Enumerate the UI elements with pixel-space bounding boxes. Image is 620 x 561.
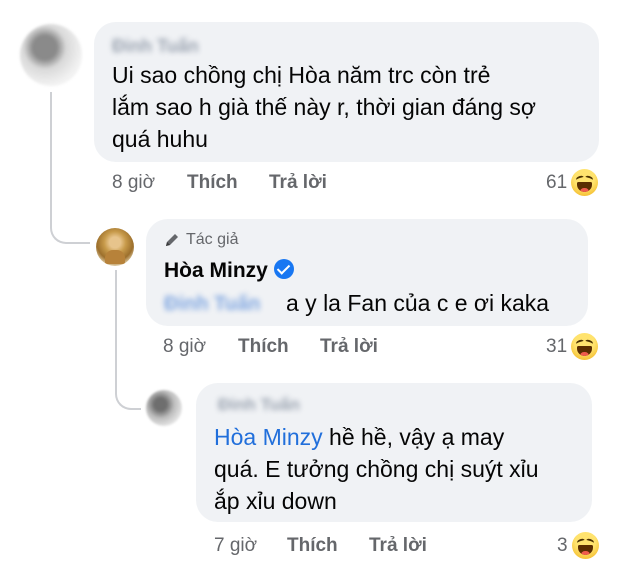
reply-time[interactable]: 8 giờ (163, 336, 206, 358)
comment-actions: 8 giờ Thích Trả lời (112, 172, 412, 196)
reply-author-name-text[interactable]: Hòa Minzy (164, 259, 268, 282)
avatar-author[interactable] (96, 228, 134, 266)
comment-bubble: Đinh Tuấn Ui sao chồng chị Hòa năm trc c… (94, 22, 599, 162)
haha-icon (571, 532, 599, 559)
reply-actions: 8 giờ Thích Trả lời (163, 336, 463, 360)
thread-connector-reply1 (50, 200, 90, 244)
thread-connector-reply2 (115, 366, 141, 410)
reaction-count: 31 (546, 335, 568, 357)
mention-tag[interactable]: Đinh Tuấn (164, 293, 260, 316)
haha-icon (571, 169, 599, 196)
author-badge: Tác giả (164, 231, 238, 249)
reply-actions: 7 giờ Thích Trả lời (214, 535, 514, 559)
reaction-summary[interactable]: 31 (546, 333, 599, 360)
like-button[interactable]: Thích (187, 172, 238, 194)
reply-text-line-1: Hòa Minzy hề hề, vậy ạ may (214, 422, 504, 453)
comment-text-line-3: quá huhu (112, 126, 208, 152)
reply-text-line-3: ắp xỉu down (214, 488, 337, 514)
reply-text-line-1-rest: hề hề, vậy ạ may (322, 424, 505, 450)
reaction-summary[interactable]: 3 (557, 532, 599, 559)
reply-button[interactable]: Trả lời (269, 172, 327, 194)
mention-tag[interactable]: Hòa Minzy (214, 424, 323, 450)
reply-author-name[interactable]: Đinh Tuấn (218, 395, 300, 415)
haha-icon (571, 333, 599, 360)
reply-author-name[interactable]: Hòa Minzy (164, 259, 294, 283)
author-badge-label: Tác giả (186, 231, 239, 248)
thread-line-main (50, 92, 52, 212)
pen-icon (166, 234, 178, 246)
comment-text-line-2: lắm sao h già thế này r, thời gian đáng … (112, 94, 536, 120)
reply-text: a y la Fan của c e ơi kaka (286, 290, 550, 316)
like-button[interactable]: Thích (287, 535, 338, 557)
reply-bubble: Tác giả Hòa Minzy Đinh Tuấn a y la Fan c… (146, 219, 588, 326)
reply-text-line-2: quá. E tưởng chồng chị suýt xỉu (214, 456, 539, 482)
avatar-commenter[interactable] (20, 24, 82, 86)
reaction-count: 61 (546, 171, 568, 193)
reply-button[interactable]: Trả lời (320, 336, 378, 358)
comment-author-name[interactable]: Đinh Tuấn (112, 36, 199, 57)
reply-bubble: Đinh Tuấn Hòa Minzy hề hề, vậy ạ may quá… (196, 383, 592, 522)
comment-text-line-1: Ui sao chồng chị Hòa năm trc còn trẻ (112, 62, 491, 88)
reply-button[interactable]: Trả lời (369, 535, 427, 557)
verified-badge-icon (273, 259, 294, 280)
reaction-count: 3 (557, 534, 568, 556)
like-button[interactable]: Thích (238, 336, 289, 358)
comment-time[interactable]: 8 giờ (112, 172, 155, 194)
reply-time[interactable]: 7 giờ (214, 535, 257, 557)
avatar-commenter[interactable] (146, 390, 182, 426)
thread-line-nested (115, 270, 117, 380)
reaction-summary[interactable]: 61 (546, 169, 599, 196)
